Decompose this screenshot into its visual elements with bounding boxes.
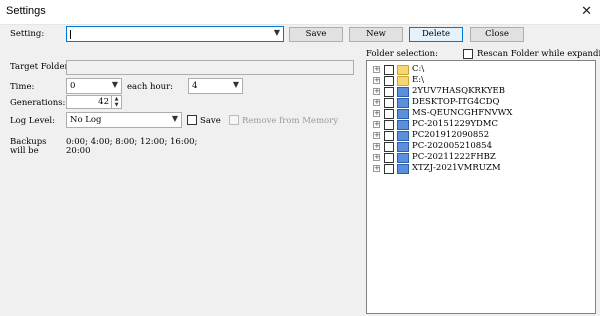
close-window-button[interactable]: ✕ xyxy=(581,4,592,19)
log-level-label: Log Level: xyxy=(10,116,55,126)
computer-icon xyxy=(397,131,409,141)
tree-checkbox[interactable] xyxy=(384,76,394,86)
tree-item-label: 2YUV7HASQKRKYEB xyxy=(412,86,506,96)
remove-from-memory-label: Remove from Memory xyxy=(242,116,339,126)
each-hour-label: each hour: xyxy=(127,82,174,92)
generations-spinner[interactable]: 42 ▲ ▼ xyxy=(66,95,122,109)
plus-box-icon[interactable]: + xyxy=(373,77,380,84)
tree-checkbox[interactable] xyxy=(384,109,394,119)
computer-icon xyxy=(397,164,409,174)
tree-checkbox[interactable] xyxy=(384,153,394,163)
tree-item-label: DESKTOP-ITG4CDQ xyxy=(412,97,500,107)
tree-checkbox[interactable] xyxy=(384,164,394,174)
time-combobox[interactable]: 0 ▼ xyxy=(66,78,122,94)
backups-schedule-line2: 20:00 xyxy=(66,146,91,156)
tree-checkbox[interactable] xyxy=(384,65,394,75)
tree-checkbox[interactable] xyxy=(384,142,394,152)
generations-label: Generations: xyxy=(10,98,66,108)
chevron-down-icon[interactable]: ▼ xyxy=(112,80,118,89)
text-caret xyxy=(70,30,71,39)
computer-icon xyxy=(397,142,409,152)
plus-box-icon[interactable]: + xyxy=(373,143,380,150)
time-label: Time: xyxy=(10,82,35,92)
folder-selection-label: Folder selection: xyxy=(366,49,438,59)
plus-box-icon[interactable]: + xyxy=(373,132,380,139)
plus-box-icon[interactable]: + xyxy=(373,66,380,73)
tree-checkbox[interactable] xyxy=(384,120,394,130)
chevron-down-icon[interactable]: ▼ xyxy=(274,28,280,37)
window-title: Settings xyxy=(6,5,46,17)
backups-label-line2: will be xyxy=(10,146,39,156)
computer-icon xyxy=(397,98,409,108)
computer-icon xyxy=(397,153,409,163)
plus-box-icon[interactable]: + xyxy=(373,121,380,128)
plus-box-icon[interactable]: + xyxy=(373,110,380,117)
folder-icon xyxy=(397,76,409,86)
log-save-label: Save xyxy=(200,116,221,126)
tree-item-label: PC-202005210854 xyxy=(412,141,492,151)
target-folder-field[interactable] xyxy=(66,60,354,75)
tree-item-label: PC-20211222FHBZ xyxy=(412,152,496,162)
log-level-value: No Log xyxy=(70,115,102,125)
tree-item-label: PC201912090852 xyxy=(412,130,490,140)
remove-from-memory-checkbox[interactable] xyxy=(229,115,239,125)
setting-label: Setting: xyxy=(10,29,45,39)
plus-box-icon[interactable]: + xyxy=(373,88,380,95)
plus-box-icon[interactable]: + xyxy=(373,165,380,172)
folder-icon xyxy=(397,65,409,75)
each-hour-value: 4 xyxy=(192,81,198,91)
tree-item-label: XTZJ-2021VMRUZM xyxy=(412,163,501,173)
title-bar: Settings ✕ xyxy=(0,0,600,25)
rescan-label: Rescan Folder while expanding xyxy=(477,49,600,59)
log-save-checkbox[interactable] xyxy=(187,115,197,125)
save-button[interactable]: Save xyxy=(289,27,343,42)
each-hour-combobox[interactable]: 4 ▼ xyxy=(188,78,243,94)
log-level-combobox[interactable]: No Log ▼ xyxy=(66,112,182,128)
new-button[interactable]: New xyxy=(349,27,403,42)
generations-value: 42 xyxy=(98,97,109,107)
plus-box-icon[interactable]: + xyxy=(373,154,380,161)
computer-icon xyxy=(397,120,409,130)
time-value: 0 xyxy=(70,81,76,91)
chevron-down-icon[interactable]: ▼ xyxy=(233,80,239,89)
target-folder-label: Target Folder xyxy=(10,62,69,72)
delete-button[interactable]: Delete xyxy=(409,27,463,42)
setting-combobox[interactable]: ▼ xyxy=(66,26,284,42)
tree-checkbox[interactable] xyxy=(384,131,394,141)
tree-item-label: C:\ xyxy=(412,64,425,74)
chevron-down-icon[interactable]: ▼ xyxy=(172,114,178,123)
tree-item-label: PC-20151229YDMC xyxy=(412,119,498,129)
spin-buttons[interactable]: ▲ ▼ xyxy=(111,96,121,108)
tree-item-label: E:\ xyxy=(412,75,424,85)
computer-icon xyxy=(397,109,409,119)
tree-item-computer[interactable]: + XTZJ-2021VMRUZM xyxy=(371,163,591,175)
rescan-checkbox[interactable] xyxy=(463,49,473,59)
tree-item-label: MS-QEUNCGHFNVWX xyxy=(412,108,513,118)
computer-icon xyxy=(397,87,409,97)
close-button[interactable]: Close xyxy=(470,27,524,42)
tree-checkbox[interactable] xyxy=(384,87,394,97)
plus-box-icon[interactable]: + xyxy=(373,99,380,106)
folder-tree[interactable]: + C:\ + E:\ + 2YUV7HASQKRKYEB + DESKTOP-… xyxy=(366,60,596,314)
tree-checkbox[interactable] xyxy=(384,98,394,108)
